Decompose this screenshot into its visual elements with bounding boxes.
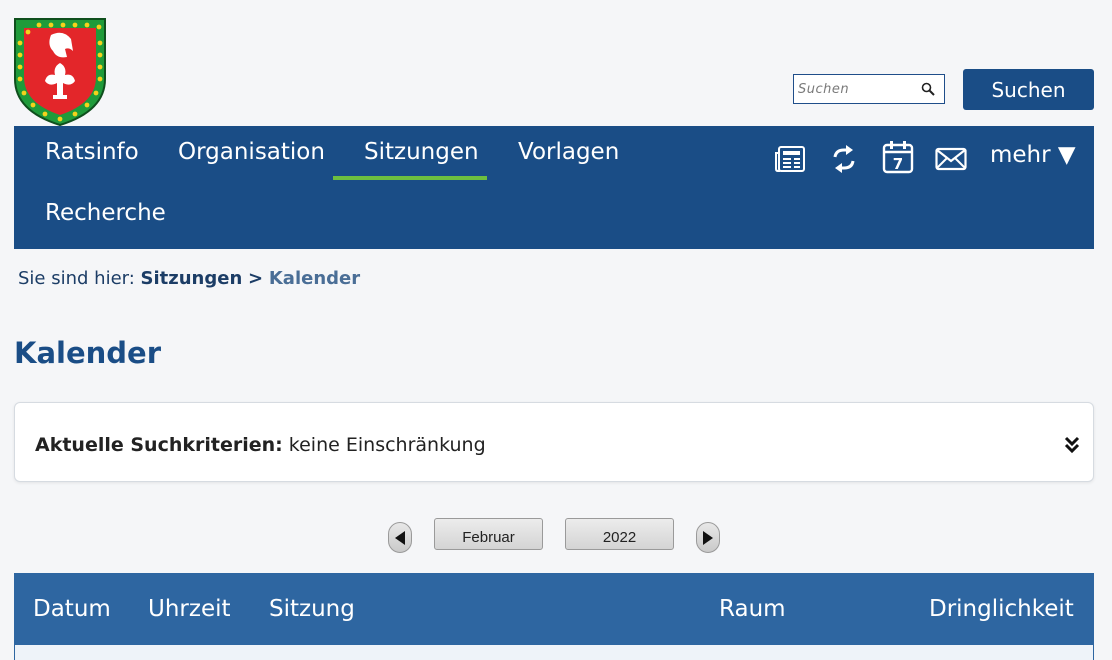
previous-month-button[interactable]	[388, 522, 412, 553]
month-select-button[interactable]: Februar	[434, 518, 543, 550]
column-header-datum[interactable]: Datum	[33, 596, 111, 622]
next-month-button[interactable]	[696, 522, 720, 553]
nav-item-ratsinfo[interactable]: Ratsinfo	[45, 139, 139, 165]
search-input[interactable]	[794, 76, 918, 102]
calendar-table-header: Datum Uhrzeit Sitzung Raum Dringlichkeit	[14, 573, 1094, 645]
calendar-icon[interactable]: 7	[881, 140, 915, 174]
breadcrumb: Sie sind hier: Sitzungen > Kalender	[18, 268, 360, 289]
search-button[interactable]: Suchen	[963, 69, 1094, 110]
more-menu-button[interactable]: mehr ▼	[990, 142, 1076, 168]
search-criteria-label: Aktuelle Suchkriterien:	[35, 434, 283, 456]
double-chevron-down-icon[interactable]	[1063, 435, 1081, 455]
nav-item-vorlagen[interactable]: Vorlagen	[518, 139, 619, 165]
year-select-button[interactable]: 2022	[565, 518, 674, 550]
search-criteria-value: keine Einschränkung	[288, 434, 486, 456]
calendar-day-number: 7	[893, 155, 903, 173]
breadcrumb-link-sitzungen[interactable]: Sitzungen	[141, 268, 243, 289]
magnifier-icon[interactable]	[918, 79, 938, 99]
column-header-dringlichkeit[interactable]: Dringlichkeit	[929, 596, 1074, 622]
column-header-sitzung[interactable]: Sitzung	[269, 596, 355, 622]
search-field[interactable]	[793, 74, 945, 104]
breadcrumb-current: Kalender	[268, 268, 361, 289]
table-row	[14, 645, 1094, 660]
breadcrumb-prefix: Sie sind hier:	[18, 268, 135, 289]
mail-icon[interactable]	[934, 142, 968, 176]
coat-of-arms-logo[interactable]	[13, 17, 107, 127]
nav-item-sitzungen[interactable]: Sitzungen	[333, 139, 487, 180]
sync-icon[interactable]	[827, 142, 861, 176]
main-navigation: Ratsinfo Organisation Sitzungen Vorlagen…	[14, 126, 1094, 249]
search-criteria-text: Aktuelle Suchkriterien: keine Einschränk…	[35, 434, 486, 456]
nav-item-organisation[interactable]: Organisation	[178, 139, 325, 165]
arrow-right-icon	[703, 530, 713, 545]
page-title: Kalender	[14, 336, 162, 370]
search-criteria-panel[interactable]: Aktuelle Suchkriterien: keine Einschränk…	[14, 402, 1094, 482]
column-header-uhrzeit[interactable]: Uhrzeit	[148, 596, 231, 622]
column-header-raum[interactable]: Raum	[719, 596, 786, 622]
news-icon[interactable]	[773, 142, 807, 176]
nav-item-recherche[interactable]: Recherche	[45, 200, 166, 226]
breadcrumb-separator: >	[248, 268, 264, 289]
arrow-left-icon	[395, 530, 405, 545]
